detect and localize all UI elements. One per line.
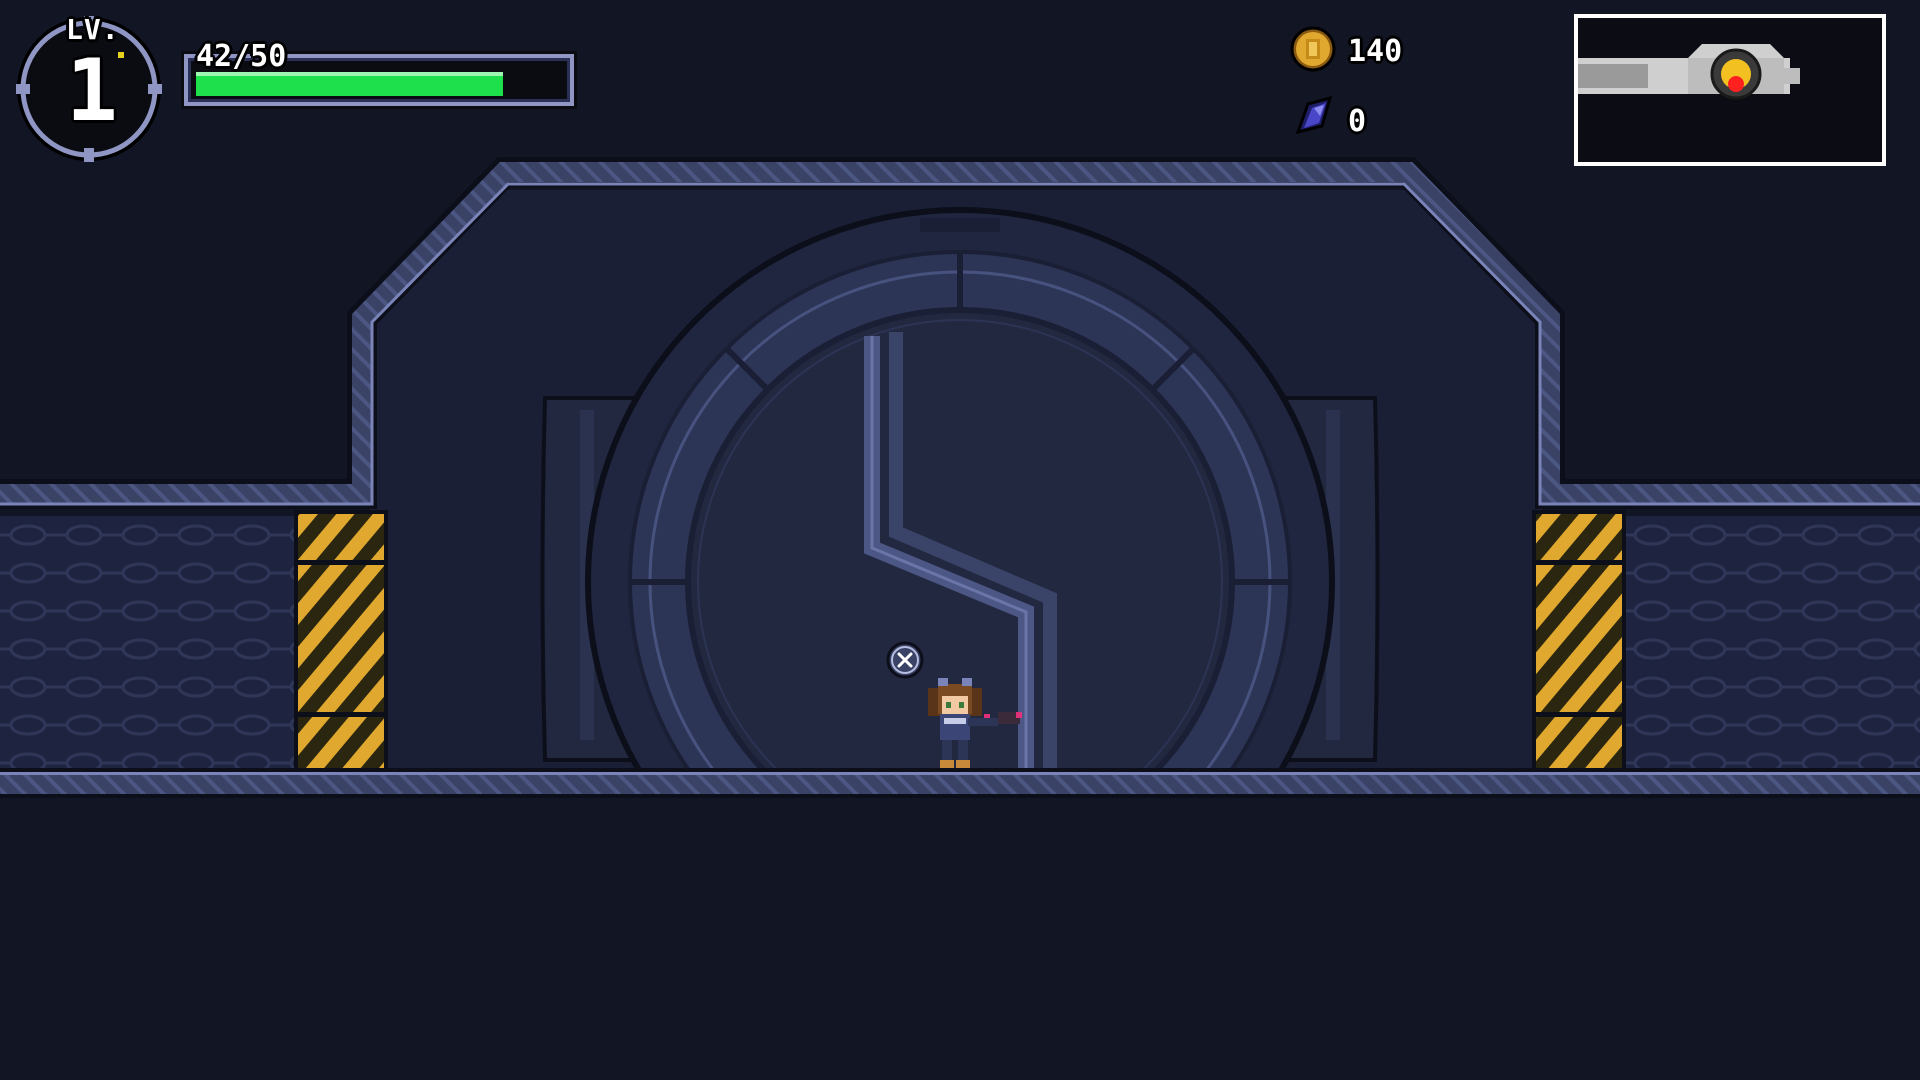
minimap-rooms bbox=[1578, 44, 1800, 100]
player-character bbox=[928, 678, 1022, 768]
game-screen: LV. 1 42/50 140 0 bbox=[0, 0, 1920, 1080]
hazard-pillar-right bbox=[1532, 510, 1626, 772]
floor bbox=[0, 768, 1920, 798]
hp-text: 42/50 bbox=[196, 39, 287, 74]
coin-count: 140 bbox=[1348, 34, 1403, 69]
left-wall bbox=[0, 516, 296, 768]
hazard-pillar-left bbox=[294, 510, 388, 772]
gem-icon bbox=[1295, 95, 1333, 135]
hp-bar-fill bbox=[196, 72, 503, 96]
minimap-player-marker bbox=[1728, 76, 1744, 92]
level-label: LV. bbox=[66, 13, 120, 46]
coin-icon bbox=[1290, 26, 1336, 72]
gem-count: 0 bbox=[1348, 104, 1367, 139]
level-number: 1 bbox=[66, 41, 118, 141]
right-wall bbox=[1624, 516, 1920, 768]
minimap[interactable] bbox=[1574, 14, 1886, 166]
